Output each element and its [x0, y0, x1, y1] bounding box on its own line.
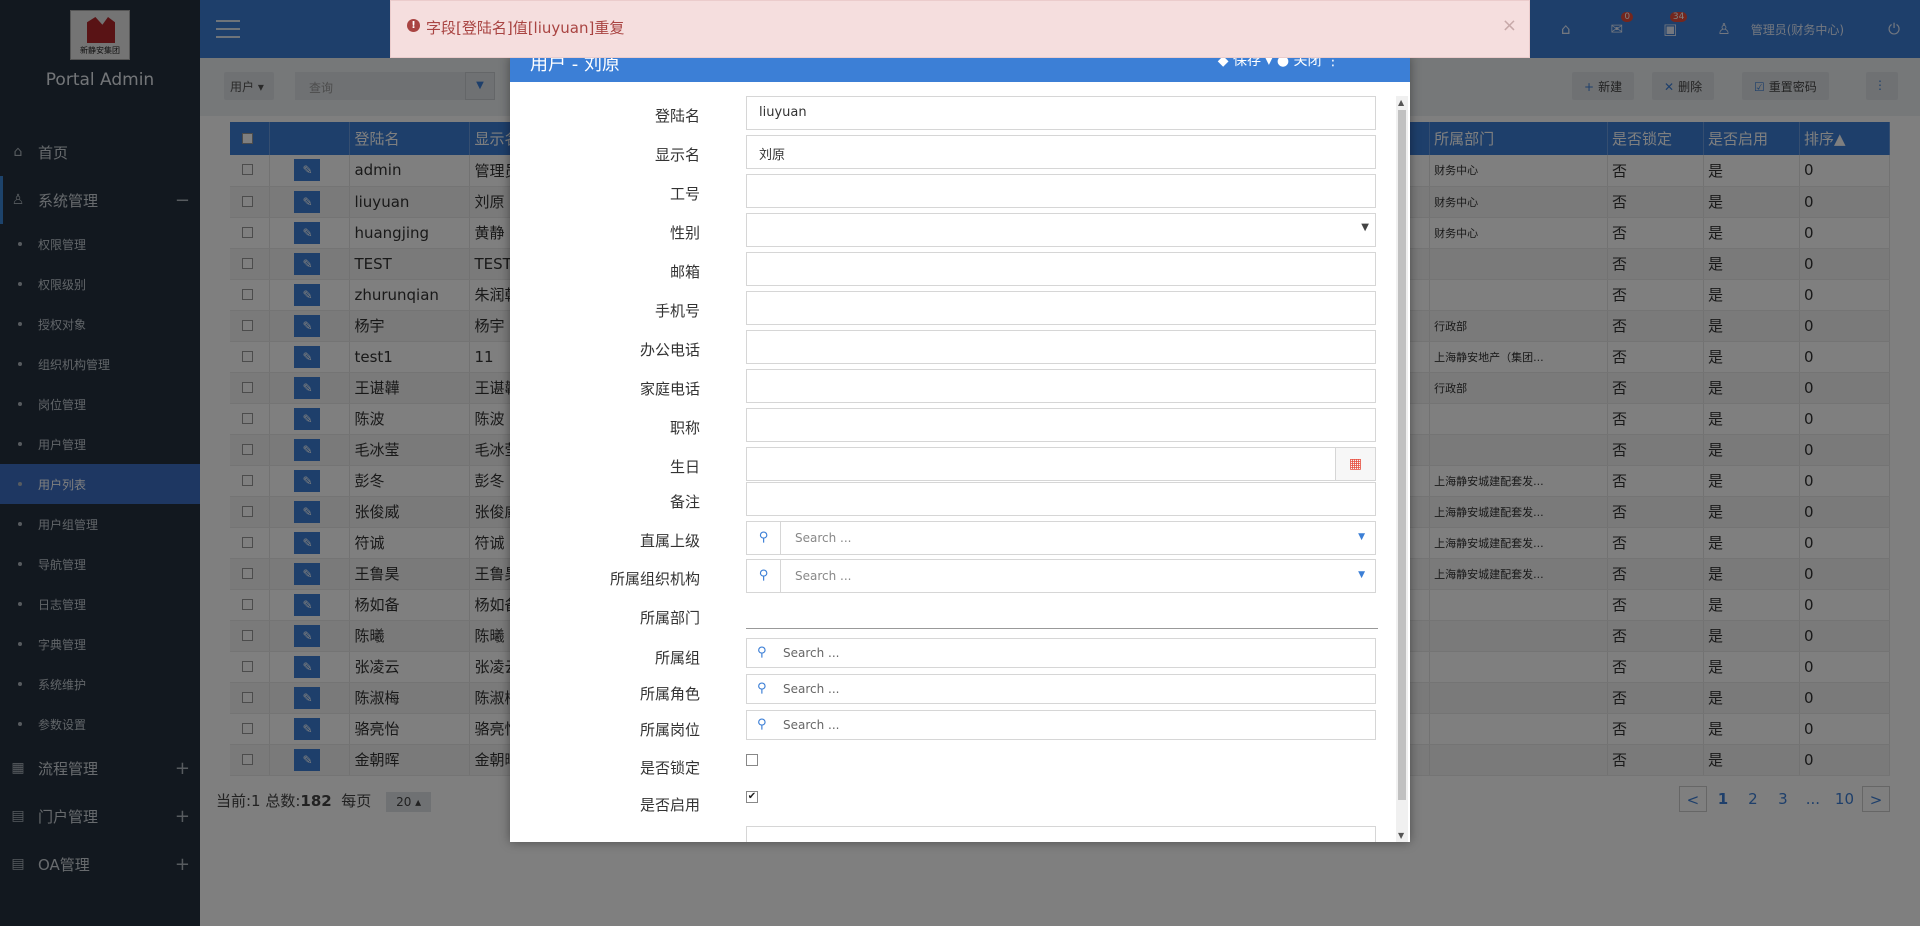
role-label: 所属角色: [639, 685, 700, 703]
dropdown-arrow-icon: ▼: [1358, 570, 1365, 580]
post-select[interactable]: ⚲ Search ...: [746, 710, 1376, 740]
group-placeholder: Search ...: [783, 646, 840, 660]
modal-title: 用户 - 刘原: [530, 56, 620, 75]
remark-field[interactable]: [746, 482, 1376, 516]
search-icon: ⚲: [747, 522, 781, 554]
post-placeholder: Search ...: [783, 718, 840, 732]
calendar-icon[interactable]: ▦: [1335, 448, 1375, 480]
org-placeholder: Search ...: [795, 569, 852, 583]
org-label: 所属组织机构: [609, 570, 700, 588]
email-field[interactable]: [746, 252, 1376, 286]
dropdown-caret-icon: ▼: [1361, 222, 1369, 233]
superior-placeholder: Search ...: [795, 531, 852, 545]
search-icon: ⚲: [757, 645, 767, 660]
superior-select[interactable]: ⚲ Search ... ▼: [746, 521, 1376, 555]
superior-label: 直属上级: [639, 532, 700, 550]
dept-field[interactable]: [746, 628, 1378, 629]
user-edit-modal: 用户 - 刘原 ◆ 保存 ▾ ● 关闭 ⋮ 登陆名 liuyuan 显示名 刘原 工…: [510, 56, 1410, 842]
enabled-label: 是否启用: [639, 796, 700, 814]
scroll-thumb[interactable]: [1398, 110, 1406, 800]
login-label: 登陆名: [654, 107, 700, 125]
org-select[interactable]: ⚲ Search ... ▼: [746, 559, 1376, 593]
modal-form: 登陆名 liuyuan 显示名 刘原 工号 性别 ▼ 邮箱 手机号 办公电话 家庭电话…: [510, 82, 1394, 842]
modal-header: 用户 - 刘原 ◆ 保存 ▾ ● 关闭 ⋮: [510, 56, 1410, 82]
search-icon: ⚲: [757, 717, 767, 732]
dept-label: 所属部门: [639, 609, 700, 627]
locked-label: 是否锁定: [639, 759, 700, 777]
locked-checkbox[interactable]: [746, 754, 758, 766]
empno-field[interactable]: [746, 174, 1376, 208]
role-placeholder: Search ...: [783, 682, 840, 696]
job-title-label: 职称: [669, 419, 700, 437]
group-select[interactable]: ⚲ Search ...: [746, 638, 1376, 668]
empno-label: 工号: [669, 185, 700, 203]
post-label: 所属岗位: [639, 721, 700, 739]
role-select[interactable]: ⚲ Search ...: [746, 674, 1376, 704]
office-phone-label: 办公电话: [639, 341, 700, 359]
modal-scrollbar[interactable]: ▲ ▼: [1396, 96, 1408, 842]
display-name-field[interactable]: 刘原: [746, 135, 1376, 169]
dropdown-arrow-icon: ▼: [1358, 532, 1365, 542]
search-icon: ⚲: [757, 681, 767, 696]
scroll-down-icon[interactable]: ▼: [1398, 831, 1404, 840]
office-phone-field[interactable]: [746, 330, 1376, 364]
birthday-label: 生日: [669, 458, 700, 476]
enabled-checkbox[interactable]: ✔: [746, 791, 758, 803]
error-alert: ! 字段[登陆名]值[liuyuan]重复 ×: [390, 0, 1530, 58]
scroll-up-icon[interactable]: ▲: [1398, 98, 1404, 107]
mobile-field[interactable]: [746, 291, 1376, 325]
gender-select[interactable]: ▼: [746, 213, 1376, 247]
birthday-field[interactable]: ▦: [746, 447, 1376, 481]
close-icon[interactable]: ×: [1502, 15, 1517, 36]
home-phone-field[interactable]: [746, 369, 1376, 403]
mobile-label: 手机号: [654, 302, 700, 320]
next-field-partial[interactable]: [746, 826, 1376, 842]
modal-actions[interactable]: ◆ 保存 ▾ ● 关闭 ⋮: [1218, 56, 1340, 70]
email-label: 邮箱: [669, 263, 700, 281]
remark-label: 备注: [669, 493, 700, 511]
alert-message: 字段[登陆名]值[liuyuan]重复: [426, 19, 625, 37]
search-icon: ⚲: [747, 560, 781, 592]
job-title-field[interactable]: [746, 408, 1376, 442]
gender-label: 性别: [669, 224, 700, 242]
group-label: 所属组: [654, 649, 700, 667]
display-name-label: 显示名: [654, 146, 700, 164]
error-icon: !: [407, 19, 420, 32]
home-phone-label: 家庭电话: [639, 380, 700, 398]
login-field[interactable]: liuyuan: [746, 96, 1376, 130]
